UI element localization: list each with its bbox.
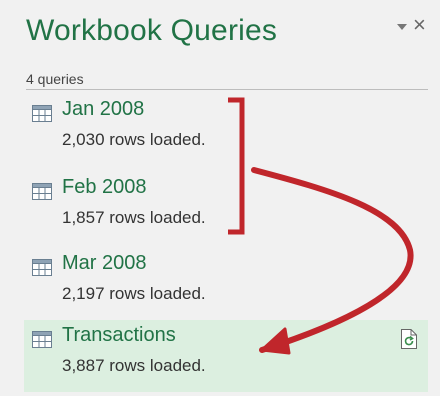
- query-status: 1,857 rows loaded.: [62, 208, 206, 227]
- workbook-queries-pane: Workbook Queries × 4 queries Jan 2008 2,…: [0, 0, 440, 396]
- pane-title: Workbook Queries: [26, 14, 278, 47]
- table-icon: [32, 331, 52, 348]
- query-name[interactable]: Transactions: [62, 324, 176, 347]
- query-name[interactable]: Mar 2008: [62, 252, 147, 275]
- table-icon: [32, 105, 52, 122]
- query-item-jan-2008[interactable]: Jan 2008 2,030 rows loaded.: [24, 94, 428, 162]
- table-icon: [32, 259, 52, 276]
- query-status: 2,030 rows loaded.: [62, 130, 206, 149]
- refresh-icon[interactable]: [400, 328, 418, 350]
- query-count: 4 queries: [26, 71, 84, 87]
- query-status: 2,197 rows loaded.: [62, 284, 206, 303]
- pane-options-icon[interactable]: [397, 24, 407, 30]
- query-name[interactable]: Feb 2008: [62, 176, 147, 199]
- query-item-transactions[interactable]: Transactions 3,887 rows loaded.: [24, 320, 428, 392]
- table-icon: [32, 183, 52, 200]
- divider: [26, 89, 428, 90]
- query-item-mar-2008[interactable]: Mar 2008 2,197 rows loaded.: [24, 248, 428, 316]
- query-name[interactable]: Jan 2008: [62, 98, 144, 121]
- query-status: 3,887 rows loaded.: [62, 356, 206, 375]
- query-item-feb-2008[interactable]: Feb 2008 1,857 rows loaded.: [24, 172, 428, 240]
- close-icon[interactable]: ×: [413, 14, 426, 36]
